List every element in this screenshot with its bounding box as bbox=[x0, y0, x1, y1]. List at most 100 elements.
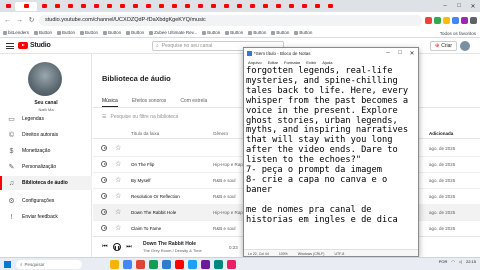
create-button[interactable]: ⊕ Criar bbox=[430, 41, 458, 51]
bookmark-item[interactable]: Button bbox=[103, 30, 121, 35]
browser-tab[interactable] bbox=[181, 2, 193, 11]
taskbar-app-icon[interactable] bbox=[110, 260, 119, 269]
sidebar-item[interactable]: © Direitos autorais bbox=[0, 128, 92, 142]
star-icon[interactable]: ☆ bbox=[115, 176, 121, 184]
profile-icon[interactable] bbox=[470, 16, 477, 24]
star-icon[interactable]: ☆ bbox=[115, 192, 121, 200]
bookmark-item[interactable]: Zubee Ultimate Rev... bbox=[149, 30, 197, 35]
minimize-icon[interactable]: – bbox=[382, 48, 394, 58]
browser-tab[interactable] bbox=[298, 2, 310, 11]
extension-icon[interactable] bbox=[425, 16, 432, 24]
star-icon[interactable]: ☆ bbox=[115, 208, 121, 216]
sidebar-item[interactable]: ♫ Biblioteca de áudio bbox=[0, 176, 92, 190]
bookmark-item[interactable]: Button bbox=[34, 30, 52, 35]
browser-tab[interactable] bbox=[207, 2, 219, 11]
taskbar-app-icon[interactable] bbox=[227, 260, 236, 269]
taskbar-app-icon[interactable] bbox=[214, 260, 223, 269]
close-icon[interactable]: ✕ bbox=[466, 0, 480, 12]
play-icon[interactable] bbox=[101, 145, 107, 151]
column-genre[interactable]: Gênero bbox=[213, 131, 228, 136]
browser-tab[interactable] bbox=[2, 2, 14, 11]
extension-icon[interactable] bbox=[434, 16, 441, 24]
bookmark-item[interactable]: Button bbox=[57, 30, 75, 35]
browser-tab[interactable] bbox=[38, 2, 50, 11]
taskbar-app-icon[interactable] bbox=[123, 260, 132, 269]
browser-tab[interactable] bbox=[324, 2, 336, 11]
all-bookmarks-link[interactable]: Todos os favoritos bbox=[440, 28, 476, 37]
browser-tab[interactable] bbox=[220, 2, 232, 11]
clock[interactable]: 22:15 bbox=[466, 259, 476, 264]
reload-icon[interactable]: ↻ bbox=[27, 16, 36, 25]
bookmark-item[interactable]: Button bbox=[271, 30, 289, 35]
play-icon[interactable] bbox=[101, 177, 107, 183]
star-icon[interactable]: ☆ bbox=[115, 224, 121, 232]
maximize-icon[interactable]: □ bbox=[394, 48, 406, 58]
notepad-menu-item[interactable]: Formatar bbox=[284, 60, 300, 65]
taskbar-app-icon[interactable] bbox=[136, 260, 145, 269]
play-icon[interactable] bbox=[101, 193, 107, 199]
library-tab[interactable]: Música bbox=[102, 98, 118, 107]
bookmark-item[interactable]: Button bbox=[80, 30, 98, 35]
extension-icon[interactable] bbox=[452, 16, 459, 24]
sidebar-item[interactable]: ⚙ Configurações bbox=[0, 194, 92, 208]
notepad-menu-item[interactable]: Arquivo bbox=[248, 60, 262, 65]
taskbar-app-icon[interactable] bbox=[162, 260, 171, 269]
bookmark-item[interactable]: Button bbox=[294, 30, 312, 35]
browser-tab[interactable] bbox=[77, 2, 89, 11]
browser-tab[interactable] bbox=[272, 2, 284, 11]
library-tab[interactable]: Com estrela bbox=[180, 98, 207, 107]
minimize-icon[interactable]: – bbox=[438, 0, 452, 12]
taskbar-app-icon[interactable] bbox=[201, 260, 210, 269]
browser-tab[interactable] bbox=[246, 2, 258, 11]
notepad-menu-item[interactable]: Editar bbox=[268, 60, 278, 65]
column-added[interactable]: Adicionada bbox=[429, 131, 453, 136]
browser-tab[interactable] bbox=[90, 2, 102, 11]
sidebar-item[interactable]: $ Monetização bbox=[0, 144, 92, 158]
bookmark-item[interactable]: Button bbox=[126, 30, 144, 35]
start-icon[interactable] bbox=[4, 261, 11, 268]
language-indicator[interactable]: POR bbox=[439, 259, 448, 264]
url-input[interactable]: studio.youtube.com/channel/UCXOZQdP-fDaX… bbox=[39, 14, 422, 26]
wifi-icon[interactable]: ◠ bbox=[451, 259, 455, 264]
volume-icon[interactable]: ◁ bbox=[459, 259, 462, 264]
browser-tab[interactable] bbox=[168, 2, 180, 11]
browser-tab[interactable] bbox=[142, 2, 154, 11]
sidebar-item[interactable]: ▭ Legendas bbox=[0, 112, 92, 126]
maximize-icon[interactable]: □ bbox=[452, 0, 466, 12]
taskbar-app-icon[interactable] bbox=[149, 260, 158, 269]
notepad-text-area[interactable]: forgotten legends, real-life mysteries, … bbox=[244, 66, 418, 249]
next-icon[interactable]: ⏭ bbox=[125, 243, 133, 251]
bookmark-item[interactable]: bitLenders bbox=[3, 30, 29, 35]
close-icon[interactable]: ✕ bbox=[406, 48, 418, 58]
play-icon[interactable] bbox=[101, 225, 107, 231]
extension-icon[interactable] bbox=[461, 16, 468, 24]
notepad-menu-item[interactable]: Ajuda bbox=[322, 60, 332, 65]
browser-tab[interactable] bbox=[311, 2, 323, 11]
browser-tab[interactable] bbox=[116, 2, 128, 11]
star-icon[interactable]: ☆ bbox=[115, 144, 121, 152]
browser-tab[interactable] bbox=[51, 2, 63, 11]
browser-tab[interactable] bbox=[194, 2, 206, 11]
column-title[interactable]: Título da faixa bbox=[131, 131, 159, 136]
sidebar-item[interactable]: ✎ Personalização bbox=[0, 160, 92, 174]
previous-icon[interactable]: ⏮ bbox=[101, 243, 109, 251]
browser-tab[interactable] bbox=[259, 2, 271, 11]
taskbar-app-icon[interactable] bbox=[175, 260, 184, 269]
youtube-logo-icon[interactable] bbox=[18, 42, 28, 49]
pause-button[interactable]: ❚❚ bbox=[113, 243, 121, 251]
star-icon[interactable]: ☆ bbox=[115, 160, 121, 168]
bookmark-item[interactable]: Button bbox=[225, 30, 243, 35]
browser-tab[interactable] bbox=[129, 2, 141, 11]
browser-tab[interactable] bbox=[285, 2, 297, 11]
browser-tab[interactable] bbox=[155, 2, 167, 11]
notepad-menu-item[interactable]: Exibir bbox=[306, 60, 316, 65]
sidebar-item[interactable]: ! Enviar feedback bbox=[0, 210, 92, 224]
play-icon[interactable] bbox=[101, 161, 107, 167]
channel-avatar[interactable] bbox=[28, 62, 62, 96]
play-icon[interactable] bbox=[101, 209, 107, 215]
account-avatar[interactable] bbox=[460, 41, 470, 51]
bookmark-item[interactable]: Button bbox=[202, 30, 220, 35]
bookmark-item[interactable]: Button bbox=[248, 30, 266, 35]
library-tab[interactable]: Efeitos sonoros bbox=[132, 98, 166, 107]
taskbar-search[interactable]: ⌕ Pesquisar bbox=[16, 260, 82, 269]
